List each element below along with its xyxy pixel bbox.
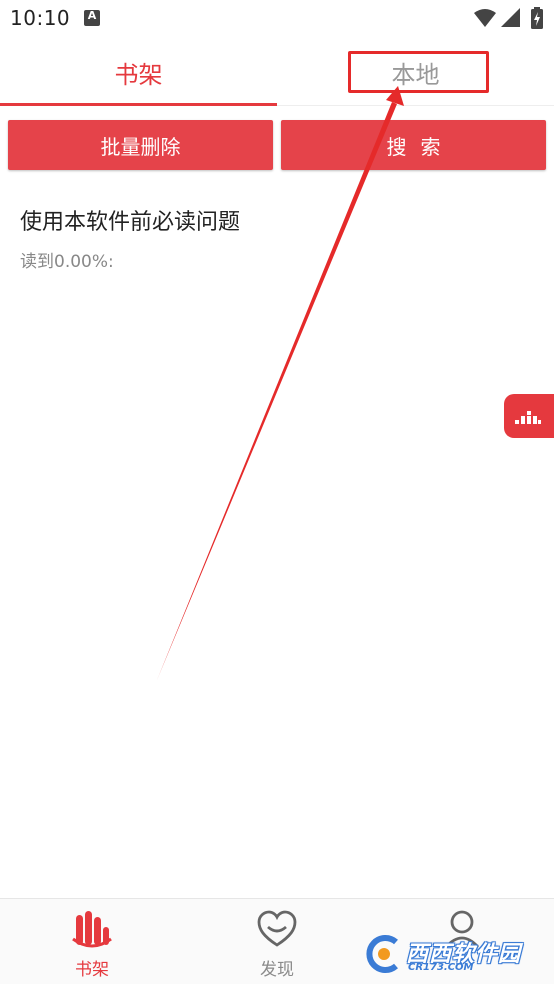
notification-icon [84, 9, 100, 26]
bookshelf-icon [72, 911, 112, 948]
battery-charging-icon [531, 7, 543, 29]
active-tab-indicator [0, 103, 277, 106]
discover-heart-icon [257, 910, 297, 947]
book-title: 使用本软件前必读问题 [20, 210, 241, 235]
wifi-icon [474, 9, 496, 27]
user-profile-icon [444, 910, 480, 948]
status-time: 10:10 [10, 6, 71, 30]
bottom-nav: 书架 发现 [0, 898, 554, 984]
floating-menu-button[interactable] [504, 394, 554, 438]
top-tab-bar: 书架 本地 [0, 38, 554, 106]
tab-bookshelf-label: 书架 [114, 60, 163, 89]
tab-local-label: 本地 [391, 60, 440, 89]
tab-bookshelf[interactable]: 书架 [0, 38, 277, 106]
nav-discover-label: 发现 [260, 960, 294, 980]
signal-icon [501, 8, 520, 27]
tab-local[interactable]: 本地 [277, 38, 554, 106]
batch-delete-button[interactable]: 批量删除 [8, 120, 273, 170]
nav-bookshelf[interactable]: 书架 [0, 899, 184, 984]
equalizer-icon [515, 411, 541, 424]
book-list-item[interactable]: 使用本软件前必读问题 读到0.00%: [0, 190, 554, 280]
nav-discover[interactable]: 发现 [185, 899, 369, 984]
status-bar: 10:10 [0, 0, 554, 38]
book-progress: 读到0.00%: [20, 252, 114, 272]
nav-bookshelf-label: 书架 [75, 960, 109, 980]
nav-profile[interactable] [370, 899, 554, 984]
search-button[interactable]: 搜索 [281, 120, 546, 170]
